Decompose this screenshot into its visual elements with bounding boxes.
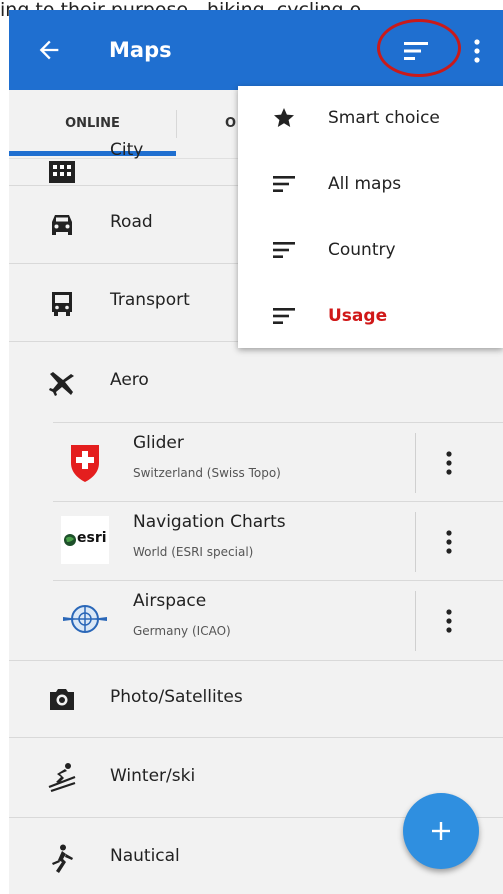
menu-item-label: Country [328, 240, 396, 260]
category-label: Aero [110, 370, 149, 390]
page-title: Maps [109, 38, 172, 62]
category-row-photo[interactable]: Photo/Satellites [9, 660, 503, 738]
airplane-icon [49, 372, 74, 396]
map-name: Glider [133, 433, 184, 453]
category-label: City [110, 140, 144, 160]
plus-icon [432, 822, 450, 840]
map-name: Navigation Charts [133, 512, 286, 532]
sort-icon [273, 242, 295, 258]
map-description: World (ESRI special) [133, 545, 254, 559]
map-item-navigation-charts[interactable]: esri Navigation Charts World (ESRI speci… [9, 502, 503, 581]
menu-item-label: All maps [328, 174, 402, 194]
map-name: Airspace [133, 591, 207, 611]
highlight-circle [377, 19, 461, 77]
icao-logo [63, 605, 107, 633]
esri-logo: esri [61, 516, 109, 564]
bus-icon [52, 292, 72, 316]
map-item-airspace[interactable]: Airspace Germany (ICAO) [9, 581, 503, 660]
menu-item-label: Smart choice [328, 108, 440, 128]
sort-option-usage[interactable]: Usage [238, 284, 503, 350]
car-icon [52, 215, 72, 235]
add-map-fab[interactable] [403, 793, 479, 869]
camera-icon [50, 689, 74, 710]
category-label: Transport [110, 290, 190, 310]
sort-icon [273, 176, 295, 192]
city-icon [49, 161, 75, 183]
sort-option-smart-choice[interactable]: Smart choice [238, 86, 503, 152]
sort-option-country[interactable]: Country [238, 218, 503, 284]
globe-icon [64, 534, 76, 546]
item-menu-icon[interactable] [441, 608, 457, 634]
map-description: Switzerland (Swiss Topo) [133, 466, 281, 480]
app-bar: Maps [9, 10, 503, 90]
category-label: Photo/Satellites [110, 687, 243, 707]
esri-logo-text: esri [77, 530, 107, 546]
category-row-aero[interactable]: Aero [9, 342, 503, 422]
swimmer-icon [52, 844, 73, 873]
swiss-flag-icon [71, 445, 99, 482]
more-vert-icon[interactable] [471, 38, 483, 64]
item-menu-icon[interactable] [441, 529, 457, 555]
category-label: Winter/ski [110, 766, 196, 786]
map-item-glider[interactable]: Glider Switzerland (Swiss Topo) [9, 423, 503, 502]
map-description: Germany (ICAO) [133, 624, 231, 638]
ski-icon [48, 763, 76, 792]
category-label: Nautical [110, 846, 180, 866]
category-label: Road [110, 212, 153, 232]
sort-menu: Smart choice All maps Country Usage [238, 86, 503, 348]
back-arrow-icon[interactable] [35, 36, 63, 64]
sort-icon [273, 308, 295, 324]
item-menu-icon[interactable] [441, 450, 457, 476]
sort-option-all-maps[interactable]: All maps [238, 152, 503, 218]
menu-item-label: Usage [328, 306, 388, 326]
star-icon [274, 108, 294, 127]
